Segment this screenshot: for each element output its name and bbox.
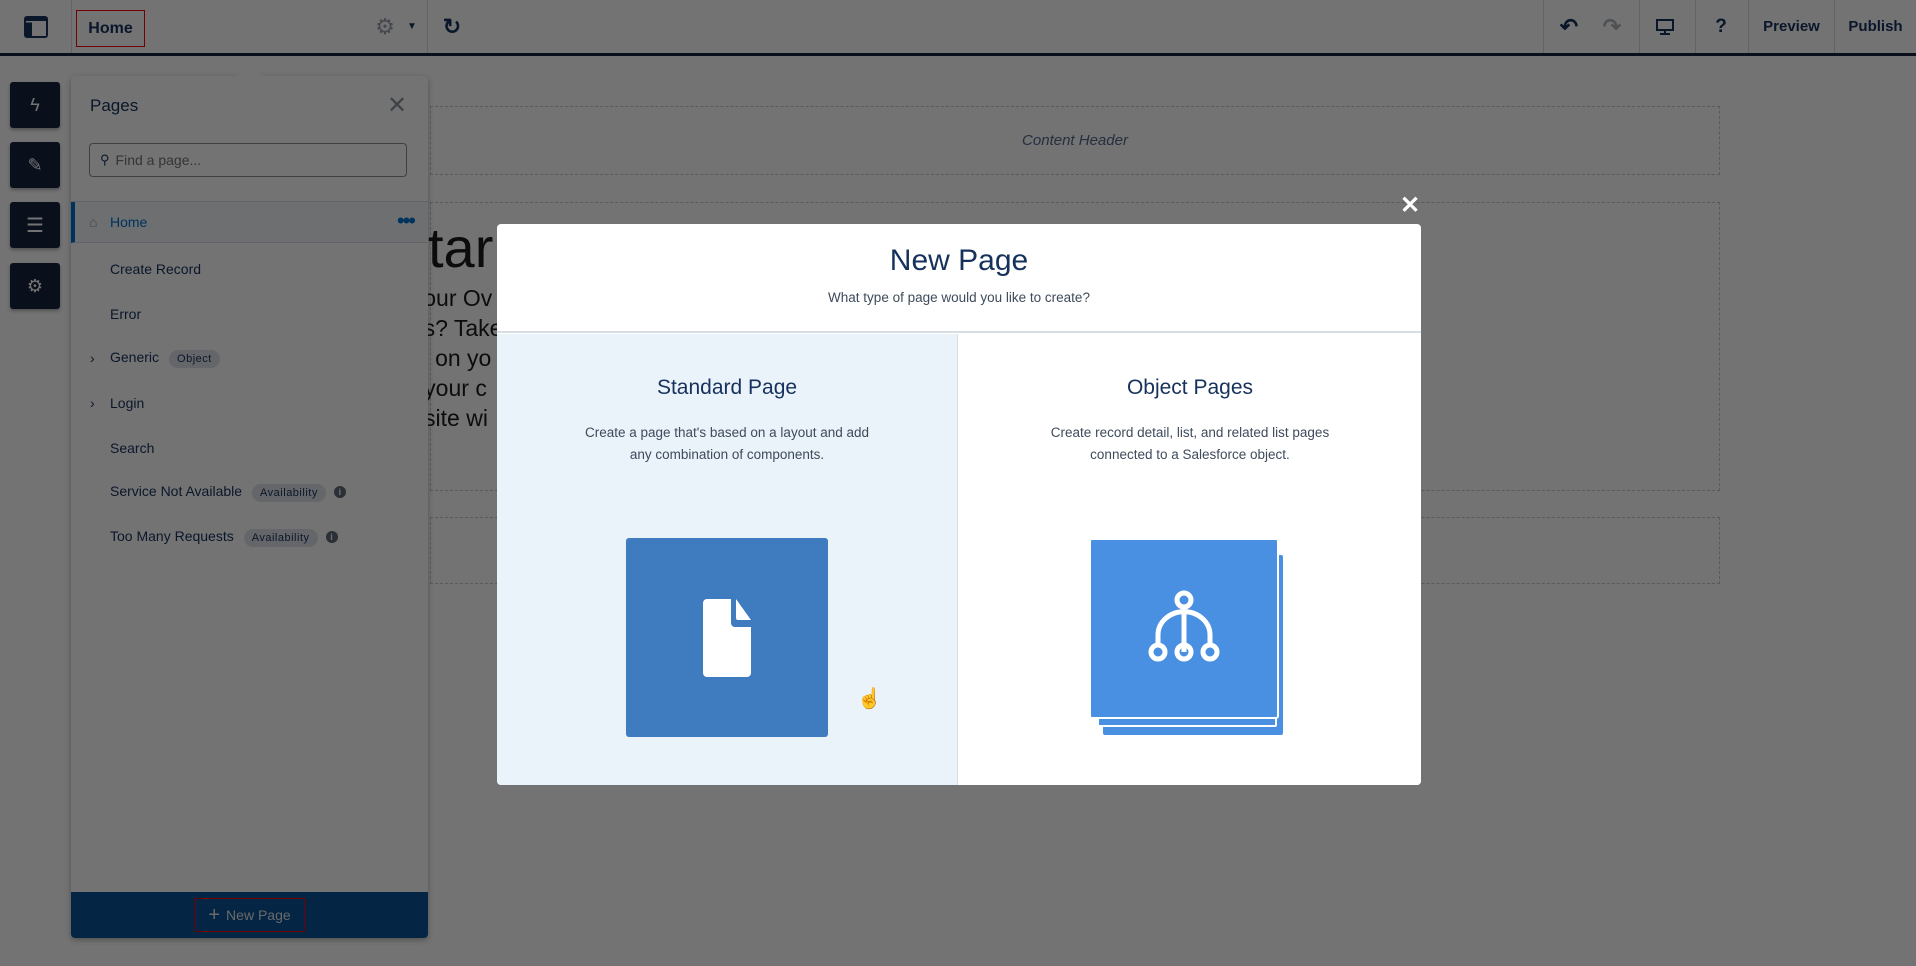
new-page-label: New Page: [226, 907, 291, 923]
theme-button[interactable]: ✎: [10, 142, 60, 188]
search-icon: ⚲: [100, 152, 110, 167]
option-title: Standard Page: [656, 376, 798, 399]
components-button[interactable]: ϟ: [10, 82, 60, 128]
content-header-label: Content Header: [1022, 132, 1128, 149]
settings-button[interactable]: ⚙: [10, 263, 60, 309]
info-icon[interactable]: i: [333, 485, 346, 498]
chevron-right-icon[interactable]: ›: [90, 350, 95, 366]
find-page-search[interactable]: ⚲: [89, 143, 407, 177]
panel-footer: + New Page: [71, 892, 428, 938]
find-page-input[interactable]: [115, 148, 396, 172]
home-icon: ⌂: [89, 214, 98, 230]
modal-subtitle: What type of page would you like to crea…: [828, 290, 1090, 305]
availability-badge: Availability: [243, 528, 318, 547]
close-icon[interactable]: ✕: [387, 94, 407, 118]
page-item-home[interactable]: ⌂ Home •••: [71, 202, 428, 243]
pages-panel: Pages ✕ ⚲ ⌂ Home ••• Create Record Error…: [71, 63, 428, 938]
page-selector-home[interactable]: Home: [76, 10, 145, 47]
page-item-error[interactable]: Error: [71, 292, 428, 336]
page-item-service-not-available[interactable]: Service Not Available Availability i: [71, 470, 428, 514]
more-actions-icon[interactable]: •••: [397, 208, 416, 234]
page-item-label: Home: [110, 214, 148, 230]
page-item-label: Create Record: [110, 261, 202, 277]
page-item-label: Login: [110, 395, 145, 411]
info-icon[interactable]: i: [325, 530, 338, 543]
document-icon: [626, 538, 828, 737]
plus-icon: +: [208, 903, 221, 926]
option-title: Object Pages: [1126, 376, 1254, 399]
standard-page-option[interactable]: Standard Page Create a page that's based…: [497, 334, 958, 785]
modal-title: New Page: [889, 244, 1029, 277]
page-item-too-many-requests[interactable]: Too Many Requests Availability i: [71, 515, 428, 559]
gear-icon[interactable]: ⚙: [372, 0, 398, 53]
chevron-right-icon[interactable]: ›: [90, 395, 95, 411]
preview-button[interactable]: Preview: [1749, 0, 1834, 53]
pages-panel-title: Pages: [90, 96, 139, 115]
object-pages-option[interactable]: Object Pages Create record detail, list,…: [959, 334, 1421, 785]
gear-icon: ⚙: [26, 275, 44, 296]
top-bar: Home ⚙ ▼ ↻ ↶ ↷ ? Preview Publish: [0, 0, 1916, 56]
content-header-region[interactable]: Content Header: [430, 106, 1720, 175]
cursor-hand-icon: ☝: [857, 688, 882, 710]
page-item-generic[interactable]: › Generic Object: [71, 336, 428, 380]
page-item-label: Error: [110, 306, 142, 322]
undo-icon[interactable]: ↶: [1555, 0, 1583, 53]
layout-icon[interactable]: [0, 0, 71, 53]
page-item-search[interactable]: Search: [71, 426, 428, 470]
pages-button[interactable]: ☰: [10, 202, 60, 248]
page-item-create-record[interactable]: Create Record: [71, 247, 428, 291]
help-icon[interactable]: ?: [1706, 0, 1736, 53]
page-item-label: Search: [110, 440, 155, 456]
brush-icon: ✎: [27, 154, 43, 175]
option-description: Create record detail, list, and related …: [1050, 425, 1330, 462]
lightning-icon: ϟ: [30, 94, 40, 115]
redo-icon[interactable]: ↷: [1598, 0, 1626, 53]
page-item-label: Generic: [110, 348, 160, 365]
refresh-icon[interactable]: ↻: [438, 0, 466, 53]
caret-down-icon[interactable]: ▼: [404, 0, 420, 53]
new-page-modal: New Page What type of page would you lik…: [497, 224, 1421, 785]
new-page-button[interactable]: + New Page: [194, 898, 305, 932]
desktop-icon[interactable]: [1650, 0, 1680, 53]
page-item-label: Too Many Requests: [110, 527, 234, 544]
page-item-label: Service Not Available: [110, 482, 243, 499]
publish-button[interactable]: Publish: [1835, 0, 1916, 53]
page-item-login[interactable]: › Login: [71, 381, 428, 425]
background-heading: tar: [428, 216, 494, 279]
availability-badge: Availability: [252, 483, 326, 502]
modal-close-icon[interactable]: ✕: [1400, 194, 1420, 218]
option-description: Create a page that's based on a layout a…: [584, 425, 870, 462]
object-badge: Object: [169, 349, 220, 368]
modal-header: New Page What type of page would you lik…: [497, 224, 1421, 332]
list-icon: ☰: [26, 214, 44, 237]
hierarchy-icon: [1089, 538, 1279, 719]
